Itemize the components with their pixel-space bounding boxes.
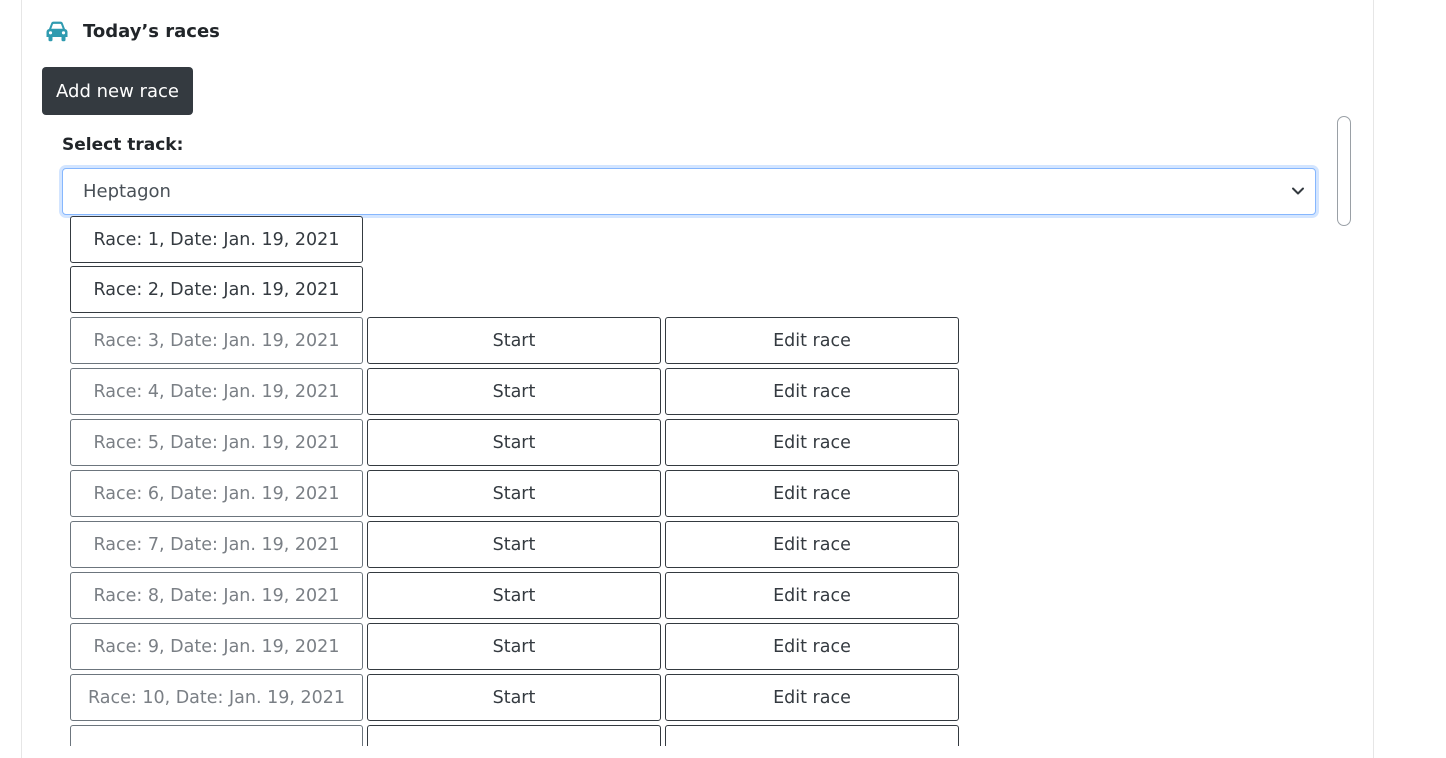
card-header: Today’s races (45, 18, 220, 44)
race-button[interactable]: Race: 4, Date: Jan. 19, 2021 (70, 368, 363, 415)
race-row: Race: 9, Date: Jan. 19, 2021 Start Edit … (70, 623, 970, 670)
race-button[interactable]: Race: 10, Date: Jan. 19, 2021 (70, 674, 363, 721)
race-button[interactable]: Race: 3, Date: Jan. 19, 2021 (70, 317, 363, 364)
add-new-race-button[interactable]: Add new race (42, 67, 193, 115)
races-scroll-area[interactable]: Select track: Heptagon Race: 1, Date: Ja… (42, 116, 1354, 746)
race-row: Race: 7, Date: Jan. 19, 2021 Start Edit … (70, 521, 970, 568)
race-button[interactable]: Race: 7, Date: Jan. 19, 2021 (70, 521, 363, 568)
track-select[interactable]: Heptagon (62, 168, 1316, 215)
race-button[interactable] (70, 725, 363, 746)
start-button[interactable]: Start (367, 521, 661, 568)
race-button[interactable]: Race: 5, Date: Jan. 19, 2021 (70, 419, 363, 466)
edit-race-button[interactable] (665, 725, 959, 746)
start-button[interactable]: Start (367, 419, 661, 466)
race-button[interactable]: Race: 8, Date: Jan. 19, 2021 (70, 572, 363, 619)
scrollbar-thumb[interactable] (1337, 116, 1351, 226)
start-button[interactable]: Start (367, 470, 661, 517)
race-button[interactable]: Race: 2, Date: Jan. 19, 2021 (70, 266, 363, 313)
race-row: Race: 4, Date: Jan. 19, 2021 Start Edit … (70, 368, 970, 415)
edit-race-button[interactable]: Edit race (665, 674, 959, 721)
race-button[interactable]: Race: 9, Date: Jan. 19, 2021 (70, 623, 363, 670)
start-button[interactable]: Start (367, 572, 661, 619)
edit-race-button[interactable]: Edit race (665, 317, 959, 364)
race-button[interactable]: Race: 1, Date: Jan. 19, 2021 (70, 216, 363, 263)
chevron-down-icon (1292, 187, 1304, 195)
start-button[interactable] (367, 725, 661, 746)
race-row: Race: 5, Date: Jan. 19, 2021 Start Edit … (70, 419, 970, 466)
vertical-scrollbar[interactable] (1337, 116, 1351, 746)
edit-race-button[interactable]: Edit race (665, 470, 959, 517)
race-row: Race: 3, Date: Jan. 19, 2021 Start Edit … (70, 317, 970, 364)
race-row: Race: 8, Date: Jan. 19, 2021 Start Edit … (70, 572, 970, 619)
edit-race-button[interactable]: Edit race (665, 419, 959, 466)
edit-race-button[interactable]: Edit race (665, 368, 959, 415)
start-button[interactable]: Start (367, 317, 661, 364)
car-icon (46, 21, 68, 42)
select-track-label: Select track: (62, 135, 184, 155)
edit-race-button[interactable]: Edit race (665, 623, 959, 670)
edit-race-button[interactable]: Edit race (665, 572, 959, 619)
edit-race-button[interactable]: Edit race (665, 521, 959, 568)
race-row: Race: 2, Date: Jan. 19, 2021 (70, 266, 970, 313)
start-button[interactable]: Start (367, 674, 661, 721)
start-button[interactable]: Start (367, 368, 661, 415)
race-row: Race: 10, Date: Jan. 19, 2021 Start Edit… (70, 674, 970, 721)
track-select-value: Heptagon (83, 181, 171, 202)
page-title: Today’s races (83, 20, 220, 42)
race-list: Race: 1, Date: Jan. 19, 2021 Race: 2, Da… (70, 216, 970, 746)
race-row-partial (70, 725, 970, 746)
race-row: Race: 1, Date: Jan. 19, 2021 (70, 216, 970, 263)
race-button[interactable]: Race: 6, Date: Jan. 19, 2021 (70, 470, 363, 517)
race-row: Race: 6, Date: Jan. 19, 2021 Start Edit … (70, 470, 970, 517)
start-button[interactable]: Start (367, 623, 661, 670)
